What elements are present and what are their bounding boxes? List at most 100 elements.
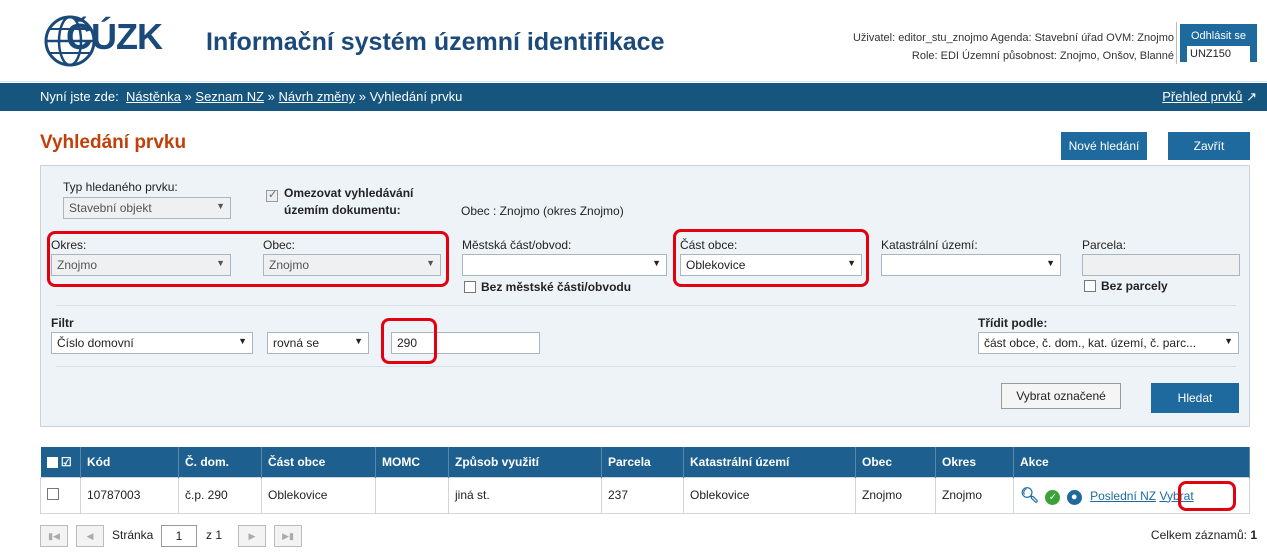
bez-momc-label: Bez městské části/obvodu [481,280,632,294]
session-code: UNZ150 [1187,46,1250,62]
check-circle-icon[interactable]: ✓ [1045,489,1061,505]
search-button[interactable]: Hledat [1151,383,1239,413]
highlight-cast-obce [673,229,869,287]
cell-akce: 🔍︎ ✓ ● Poslední NZ Vybrat [1013,476,1250,514]
bez-parcely-label: Bez parcely [1101,279,1168,293]
cell-vyuziti: jiná st. [448,476,602,514]
page-label: Stránka [112,528,154,542]
breadcrumb-sep: » [184,89,192,104]
row-checkbox[interactable] [47,487,59,500]
momc-label: Městská část/obvod: [462,238,572,252]
logo-text: ČÚZK [66,16,163,57]
limit-checkbox[interactable]: ✓ [266,189,278,202]
breadcrumb: Nyní jste zde: Nástěnka » Seznam NZ » Ná… [0,83,1267,111]
limit-label-1: Omezovat vyhledávání [284,186,414,200]
col-ku[interactable]: Katastrální území [683,447,856,477]
breadcrumb-seznam-nz[interactable]: Seznam NZ [195,89,264,104]
sort-value: část obce, č. dom., kat. území, č. parc.… [984,336,1197,350]
col-obec[interactable]: Obec [855,447,936,477]
last-nz-link[interactable]: Poslední NZ [1090,489,1156,503]
new-search-button[interactable]: Nové hledání [1061,132,1147,160]
globe-icon[interactable]: ● [1066,489,1082,505]
chevron-down-icon: ▼ [1224,336,1233,346]
bez-momc-checkbox[interactable] [464,281,476,293]
page-title: Vyhledání prvku [40,132,187,153]
col-akce: Akce [1013,447,1250,477]
highlight-okres-obec [47,231,449,287]
highlight-select-link [1178,480,1236,511]
logout-label: Odhlásit se [1190,30,1247,42]
app-title: Informační systém územní identifikace [206,28,665,56]
cell-okres: Znojmo [935,476,1014,514]
select-all-header[interactable]: ☑ [40,447,81,477]
chevron-down-icon: ▼ [354,336,363,346]
divider [56,366,1236,367]
col-parcela[interactable]: Parcela [601,447,684,477]
external-link-icon: ↗ [1246,89,1257,104]
check-all-icon: ☑ [60,454,72,469]
col-cast[interactable]: Část obce [261,447,376,477]
search-icon[interactable]: 🔍︎ [1020,487,1039,504]
highlight-filtr-value [381,318,437,364]
first-page-icon[interactable]: ▮◀ [40,525,68,547]
page-input[interactable]: 1 [161,525,197,547]
row-checkbox-cell[interactable] [40,476,81,514]
momc-select[interactable]: ▼ [462,254,667,276]
overview-label[interactable]: Přehled prvků [1162,89,1242,104]
chevron-down-icon: ▼ [1046,258,1055,268]
page-of: z 1 [206,528,223,542]
ku-select[interactable]: ▼ [881,254,1061,276]
parcela-input[interactable] [1082,254,1240,276]
filtr-field-select[interactable]: Číslo domovní ▼ [51,332,253,354]
next-page-icon[interactable]: ▶ [238,525,266,547]
divider [56,305,1236,306]
breadcrumb-sep: » [267,89,275,104]
prev-page-icon[interactable]: ◀ [76,525,104,547]
breadcrumb-prefix: Nyní jste zde: [40,89,119,104]
cell-obec: Znojmo [855,476,936,514]
close-button[interactable]: Zavřít [1168,132,1250,160]
chevron-down-icon: ▼ [238,336,247,346]
top-header: ČÚZK Informační systém územní identifika… [0,0,1267,82]
total-label: Celkem záznamů: [1150,528,1247,542]
total-value: 1 [1250,528,1257,542]
user-line-1: Uživatel: editor_stu_znojmo Agenda: Stav… [852,32,1174,44]
sort-label: Třídit podle: [978,316,1048,330]
chevron-down-icon: ▼ [652,258,661,268]
table-row: 10787003 č.p. 290 Oblekovice jiná st. 23… [40,476,1250,514]
col-cdom[interactable]: Č. dom. [178,447,262,477]
results-table: ☑ Kód Č. dom. Část obce MOMC Způsob využ… [40,447,1250,514]
logout-button[interactable]: Odhlásit se UNZ150 [1180,24,1257,62]
cell-momc [375,476,449,514]
select-all-checkbox[interactable] [46,457,58,469]
breadcrumb-nastenka[interactable]: Nástěnka [126,89,181,104]
breadcrumb-current: Vyhledání prvku [369,89,463,104]
type-label: Typ hledaného prvku: [63,180,178,194]
filtr-label: Filtr [51,316,74,330]
total-records: Celkem záznamů: 1 [1151,528,1257,542]
select-marked-button[interactable]: Vybrat označené [1001,383,1121,409]
col-kod[interactable]: Kód [80,447,179,477]
last-page-icon[interactable]: ▶▮ [274,525,302,547]
breadcrumb-sep: » [358,89,366,104]
ku-label: Katastrální území: [881,238,978,252]
limit-label-2: územím dokumentu: [284,203,401,217]
filtr-operator-select[interactable]: rovná se ▼ [267,332,369,354]
breadcrumb-navrh-zmeny[interactable]: Návrh změny [279,89,356,104]
bez-parcely-checkbox[interactable] [1084,280,1096,292]
type-select[interactable]: Stavební objekt ▼ [63,197,231,219]
cell-ku: Oblekovice [683,476,856,514]
chevron-down-icon: ▼ [216,201,225,211]
filtr-operator-value: rovná se [273,336,320,350]
search-panel: Typ hledaného prvku: Stavební objekt ▼ ✓… [40,165,1250,427]
col-vyuziti[interactable]: Způsob využití [448,447,602,477]
overview-link[interactable]: Přehled prvků ↗ [1162,83,1257,111]
table-header-row: ☑ Kód Č. dom. Část obce MOMC Způsob využ… [40,447,1250,477]
cell-kod: 10787003 [80,476,179,514]
col-okres[interactable]: Okres [935,447,1014,477]
type-value: Stavební objekt [69,201,152,215]
sort-select[interactable]: část obce, č. dom., kat. území, č. parc.… [978,332,1239,354]
cell-cast: Oblekovice [261,476,376,514]
col-momc[interactable]: MOMC [375,447,449,477]
user-line-2: Role: EDI Územní působnost: Znojmo, Onšo… [911,50,1174,62]
